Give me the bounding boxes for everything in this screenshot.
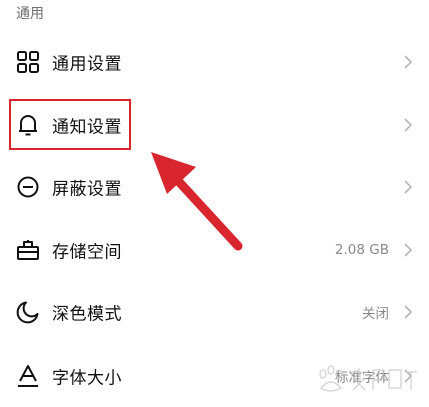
section-title: 通用 — [16, 6, 44, 22]
settings-item-value: 2.08 GB — [334, 242, 389, 258]
chevron-right-icon — [403, 242, 413, 258]
watermark-logo — [311, 362, 421, 402]
settings-item-storage[interactable]: 存储空间 2.08 GB — [0, 219, 429, 281]
settings-item-label: 字体大小 — [52, 368, 122, 389]
settings-item-label: 屏蔽设置 — [52, 179, 122, 200]
moon-icon — [15, 299, 41, 325]
settings-item-general[interactable]: 通用设置 — [0, 31, 429, 93]
chevron-right-icon — [403, 304, 413, 320]
settings-item-label: 深色模式 — [52, 304, 122, 325]
settings-item-block[interactable]: 屏蔽设置 — [0, 156, 429, 218]
storage-box-icon — [15, 237, 41, 263]
settings-item-label: 通用设置 — [52, 54, 122, 75]
settings-item-dark-mode[interactable]: 深色模式 关闭 — [0, 281, 429, 343]
highlight-box — [9, 99, 131, 150]
chevron-right-icon — [403, 179, 413, 195]
grid-icon — [15, 49, 41, 75]
chevron-right-icon — [403, 54, 413, 70]
settings-item-value: 关闭 — [362, 306, 389, 322]
settings-item-label: 存储空间 — [52, 242, 122, 263]
font-size-icon — [15, 363, 41, 389]
block-icon — [15, 174, 41, 200]
chevron-right-icon — [403, 117, 413, 133]
